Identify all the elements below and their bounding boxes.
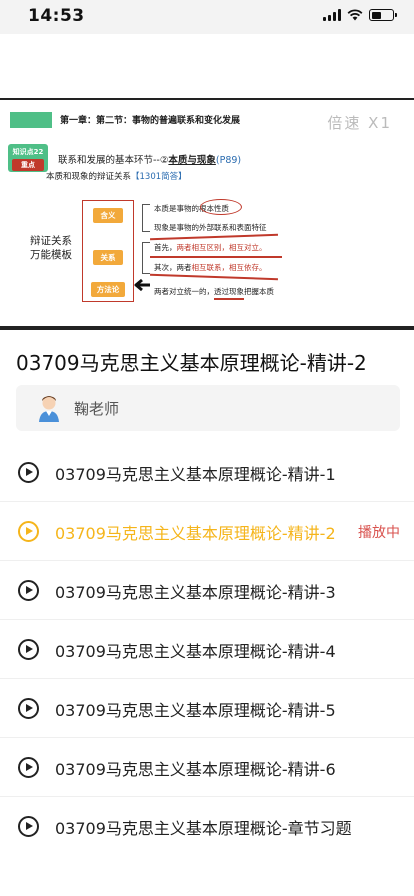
brace-meaning xyxy=(142,204,150,232)
chapter-bar xyxy=(10,112,52,128)
slide-sub-ref: 【1301简答】 xyxy=(131,172,187,182)
signal-icon xyxy=(323,9,341,21)
course-title: 03709马克思主义基本原理概论-精讲-2 xyxy=(16,351,367,375)
now-playing-badge: 播放中 xyxy=(358,525,400,541)
slide-heading-bold: 本质与现象 xyxy=(168,155,216,166)
play-circle-icon xyxy=(18,816,39,837)
battery-icon xyxy=(369,9,397,21)
slide-line-3: 首先，两者相互区别，相互对立。 xyxy=(154,242,267,253)
status-time: 14:53 xyxy=(28,6,85,26)
slide-line-5: 两者对立统一的，透过现象把握本质 xyxy=(154,287,274,296)
play-circle-icon xyxy=(18,521,39,542)
video-player[interactable]: 第一章：第二节：事物的普遍联系和变化发展 倍速 X1 知识点22 重点 联系和发… xyxy=(0,34,414,330)
knowledge-point-badge: 知识点22 重点 xyxy=(8,144,48,172)
lesson-label: 03709马克思主义基本原理概论-章节习题 xyxy=(55,819,352,838)
playback-speed[interactable]: 倍速 X1 xyxy=(327,112,392,133)
side-label-line1: 辩证关系 xyxy=(30,235,72,247)
slide-side-label: 辩证关系 万能模板 xyxy=(30,234,72,262)
lesson-item[interactable]: 03709马克思主义基本原理概论-精讲-4 xyxy=(0,620,414,679)
teacher-name: 鞠老师 xyxy=(74,400,120,418)
lesson-label: 03709马克思主义基本原理概论-精讲-4 xyxy=(55,642,336,661)
lesson-item[interactable]: 03709马克思主义基本原理概论-精讲-1 xyxy=(0,443,414,502)
slide-line-2: 现象是事物的外部联系和表面特征 xyxy=(154,223,267,232)
slide-heading-prefix: 联系和发展的基本环节--② xyxy=(58,155,169,166)
slide-heading-page: (P89) xyxy=(215,155,242,166)
wifi-icon xyxy=(347,9,363,21)
slide-line-4-red: 相互联系，相互依存。 xyxy=(191,263,267,272)
slide-subheading: 本质和现象的辩证关系【1301简答】 xyxy=(46,170,187,182)
slide-chapter-title: 第一章：第二节：事物的普遍联系和变化发展 xyxy=(60,116,241,126)
lesson-item[interactable]: 03709马克思主义基本原理概论-章节习题 xyxy=(0,797,414,856)
side-label-line2: 万能模板 xyxy=(30,249,72,261)
lesson-item-active[interactable]: 03709马克思主义基本原理概论-精讲-2 播放中 xyxy=(0,502,414,561)
play-circle-icon xyxy=(18,462,39,483)
tag-relation: 关系 xyxy=(93,250,123,265)
lesson-item[interactable]: 03709马克思主义基本原理概论-精讲-6 xyxy=(0,738,414,797)
kp-badge-bottom: 重点 xyxy=(12,159,44,171)
lesson-item[interactable]: 03709马克思主义基本原理概论-精讲-5 xyxy=(0,679,414,738)
pointer-arrow-icon xyxy=(134,278,150,292)
battery-level xyxy=(371,11,381,19)
hand-oval-annotation xyxy=(200,199,242,215)
slide-line-4-prefix: 其次，两者 xyxy=(154,263,192,272)
lesson-label: 03709马克思主义基本原理概论-精讲-1 xyxy=(55,465,336,484)
hand-underline-3 xyxy=(150,273,278,280)
hand-underline-4 xyxy=(214,298,244,300)
hand-underline-2 xyxy=(150,256,282,258)
slide-line-3-prefix: 首先， xyxy=(154,243,177,252)
slide-heading: 联系和发展的基本环节--②本质与现象(P89) xyxy=(58,152,241,166)
play-circle-icon xyxy=(18,639,39,660)
slide-line-4: 其次，两者相互联系，相互依存。 xyxy=(154,262,267,273)
slide-line-3-red: 两者相互区别，相互对立。 xyxy=(176,243,267,252)
lecture-slide: 第一章：第二节：事物的普遍联系和变化发展 倍速 X1 知识点22 重点 联系和发… xyxy=(0,98,414,330)
brace-relation xyxy=(142,242,150,274)
tag-method: 方法论 xyxy=(91,282,125,297)
hand-underline-1 xyxy=(150,233,278,240)
lesson-list: 03709马克思主义基本原理概论-精讲-1 03709马克思主义基本原理概论-精… xyxy=(0,443,414,856)
lesson-item[interactable]: 03709马克思主义基本原理概论-精讲-3 xyxy=(0,561,414,620)
teacher-card[interactable]: 鞠老师 xyxy=(16,385,400,431)
status-icons xyxy=(323,9,397,21)
kp-badge-top: 知识点22 xyxy=(12,148,44,156)
lesson-label: 03709马克思主义基本原理概论-精讲-2 xyxy=(55,524,336,543)
teacher-avatar-icon xyxy=(39,396,59,422)
play-circle-icon xyxy=(18,698,39,719)
lesson-label: 03709马克思主义基本原理概论-精讲-3 xyxy=(55,583,336,602)
tag-meaning: 含义 xyxy=(93,208,123,223)
slide-sub-prefix: 本质和现象的辩证关系 xyxy=(46,172,132,182)
play-circle-icon xyxy=(18,757,39,778)
play-circle-icon xyxy=(18,580,39,601)
status-bar: 14:53 xyxy=(0,0,414,34)
lesson-label: 03709马克思主义基本原理概论-精讲-6 xyxy=(55,760,336,779)
lesson-label: 03709马克思主义基本原理概论-精讲-5 xyxy=(55,701,336,720)
